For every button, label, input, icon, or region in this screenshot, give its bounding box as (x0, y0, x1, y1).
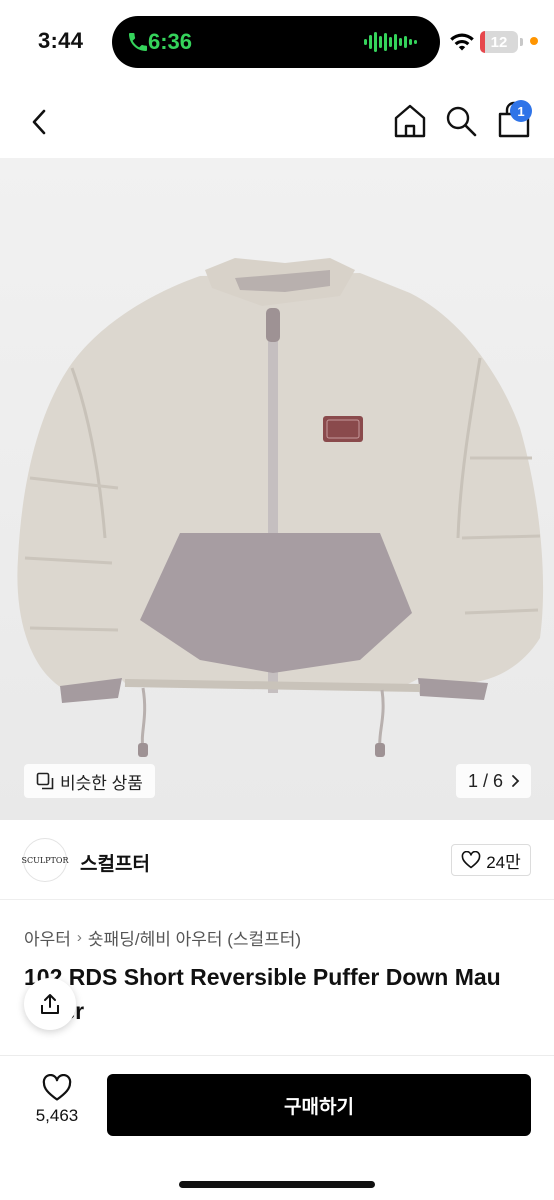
cart-badge: 1 (510, 100, 532, 122)
breadcrumb-item-short-padding[interactable]: 숏패딩/헤비 아우터 (스컬프터) (88, 925, 301, 950)
brand-like-button[interactable]: 24만 (451, 844, 531, 876)
wifi-icon (450, 33, 474, 51)
back-button[interactable] (22, 102, 56, 142)
top-nav (0, 82, 554, 158)
similar-products-button[interactable]: 비슷한 상품 (24, 764, 155, 798)
battery-indicator: 12 (480, 31, 518, 53)
pager-text: 1 / 6 (468, 770, 504, 791)
share-icon (41, 994, 59, 1014)
status-time: 3:44 (38, 28, 84, 53)
heart-icon (42, 1074, 72, 1101)
call-duration: 6:36 (148, 29, 193, 54)
home-indicator (179, 1181, 375, 1188)
chevron-right-icon (512, 775, 520, 787)
breadcrumb-separator-icon: › (76, 929, 82, 946)
call-indicator[interactable]: 6:36 (112, 16, 440, 68)
chevron-left-icon (32, 109, 46, 135)
breadcrumb: 아우터 › 숏패딩/헤비 아우터 (스컬프터) (24, 925, 301, 950)
search-icon[interactable] (443, 103, 479, 139)
copy-icon (36, 772, 54, 790)
status-bar: 3:44 6:36 12 (0, 0, 554, 82)
wishlist-button[interactable]: 5,463 (22, 1074, 92, 1134)
brand-name[interactable]: 스컬프터 (80, 849, 150, 876)
product-title: 102 RDS Short Reversible Puffer Down Mau… (24, 964, 501, 1024)
bottom-action-bar: 5,463 구매하기 (0, 1055, 554, 1200)
buy-button[interactable]: 구매하기 (107, 1074, 531, 1136)
brand-row[interactable]: SCULPTOR 스컬프터 24만 (0, 820, 554, 900)
share-button[interactable] (24, 978, 76, 1030)
wishlist-count: 5,463 (35, 1106, 79, 1125)
battery-percent: 12 (490, 34, 508, 51)
brand-like-count: 24만 (486, 852, 521, 872)
phone-icon (129, 33, 147, 51)
battery-cap (520, 38, 523, 46)
heart-icon (461, 851, 481, 869)
jacket-photo (17, 258, 544, 757)
mic-indicator-dot (530, 37, 538, 45)
home-icon[interactable] (392, 102, 428, 140)
waveform-icon (364, 32, 417, 52)
breadcrumb-item-outer[interactable]: 아우터 (24, 925, 71, 950)
similar-products-label: 비슷한 상품 (60, 773, 143, 793)
image-pager[interactable]: 1 / 6 (456, 764, 532, 798)
brand-logo[interactable]: SCULPTOR (22, 838, 68, 882)
product-image-gallery[interactable]: 비슷한 상품 1 / 6 (0, 158, 554, 820)
